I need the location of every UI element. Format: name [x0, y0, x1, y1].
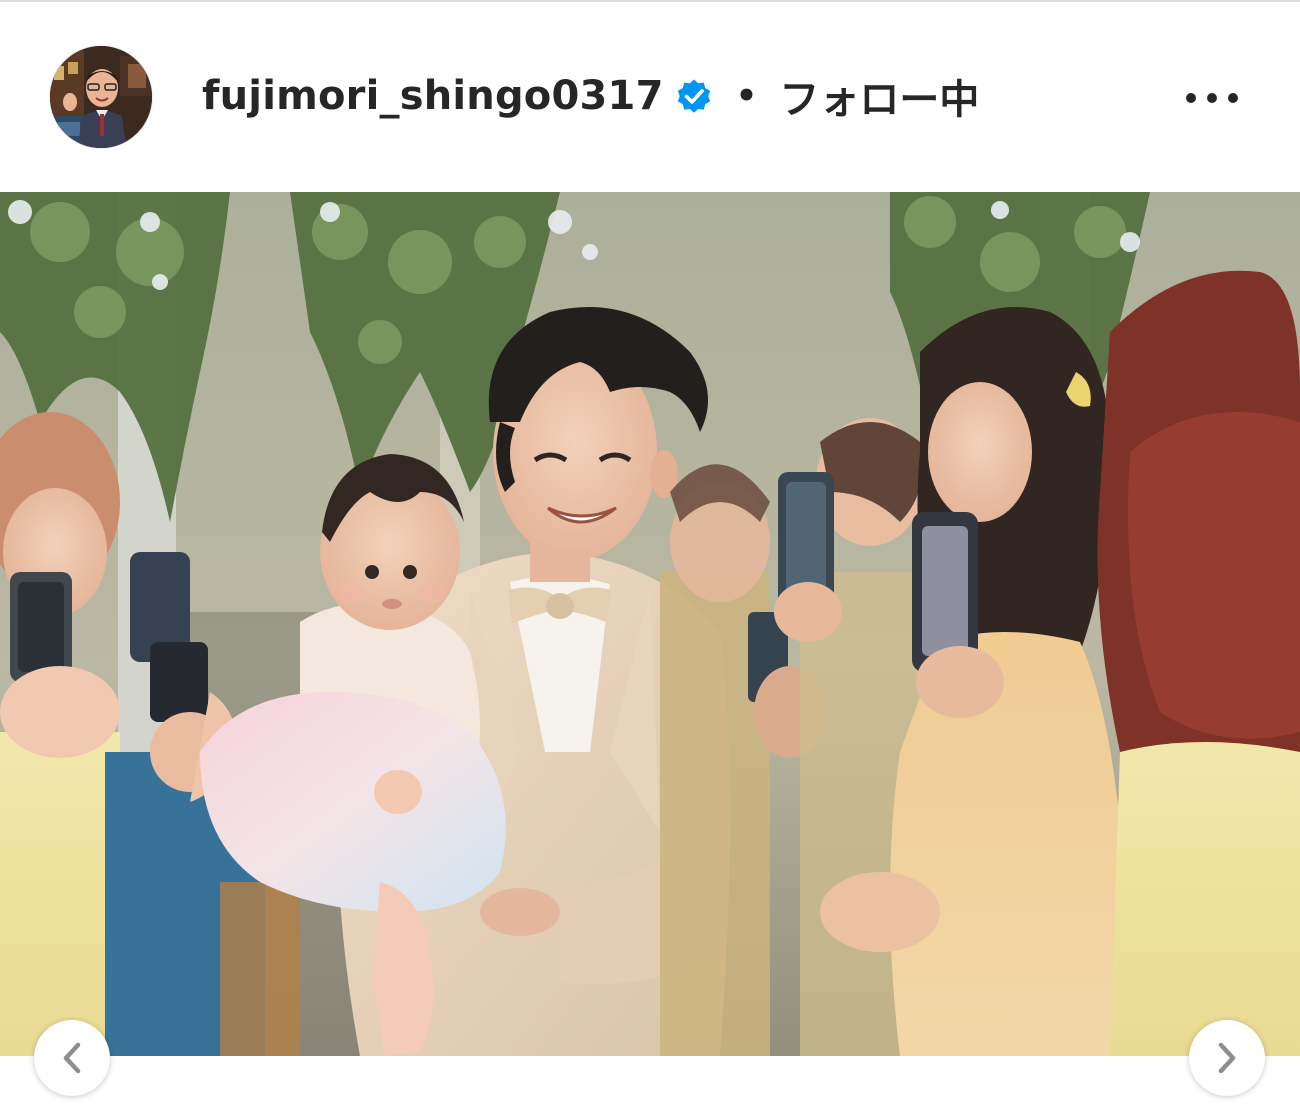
post-image[interactable]: [0, 192, 1300, 1056]
more-options-button[interactable]: [1176, 78, 1248, 118]
post-author-line: fujimori_shingo0317 • フォロー中: [202, 68, 979, 124]
separator-dot: •: [735, 76, 758, 116]
following-button[interactable]: フォロー中: [779, 67, 979, 125]
carousel-prev-button[interactable]: [34, 1020, 110, 1096]
avatar-photo: [50, 46, 152, 148]
verified-badge-icon: [677, 79, 710, 113]
chevron-right-icon: [1218, 1042, 1236, 1074]
chevron-left-icon: [63, 1042, 81, 1074]
username[interactable]: fujimori_shingo0317: [202, 73, 664, 119]
post-header: fujimori_shingo0317 • フォロー中: [0, 2, 1300, 192]
more-options-icon: [1186, 93, 1238, 103]
carousel-next-button[interactable]: [1189, 1020, 1265, 1096]
avatar[interactable]: [50, 46, 152, 148]
post-photo: [0, 192, 1300, 1056]
